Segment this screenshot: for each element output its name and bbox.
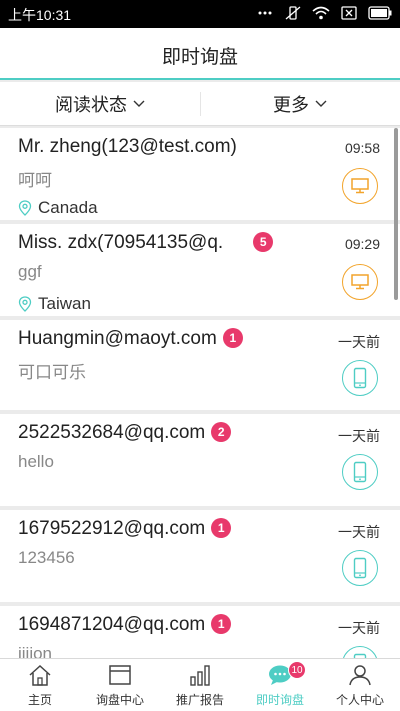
unread-badge: 1 — [211, 614, 232, 634]
more-filter[interactable]: 更多 — [200, 82, 400, 126]
conversation-item[interactable]: 2522532684@qq.com 2 hello 一天前 — [0, 414, 400, 506]
unread-badge: 2 — [211, 422, 232, 442]
tab-inquiry-center[interactable]: 询盘中心 — [80, 659, 160, 711]
wifi-icon — [312, 6, 330, 20]
tab-label: 个人中心 — [335, 693, 384, 707]
desktop-device-icon — [342, 264, 378, 300]
conversation-item[interactable]: 1679522912@qq.com 1 123456 一天前 — [0, 510, 400, 602]
status-bar: 上午10:31 — [0, 0, 400, 28]
last-message: 呵呵 — [18, 171, 52, 190]
unread-badge: 5 — [253, 232, 274, 252]
last-message: iiiion — [18, 644, 53, 658]
mobile-device-icon — [342, 360, 378, 396]
location-pin-icon — [18, 200, 32, 216]
page-title: 即时询盘 — [161, 47, 238, 68]
message-time: 一天前 — [338, 428, 380, 444]
last-message: ggf — [18, 262, 42, 281]
conversation-item[interactable]: Mr. zheng(123@test.com) 呵呵 Canada 09:58 — [0, 128, 400, 220]
unread-badge: 1 — [211, 518, 232, 538]
tab-label: 即时询盘 — [255, 693, 304, 707]
unread-badge: 1 — [222, 328, 243, 348]
message-time: 一天前 — [338, 620, 380, 636]
bottom-tab-bar: 主页 询盘中心 推广报告 10 即时询盘 个人中心 — [0, 658, 400, 711]
location: Canada — [18, 198, 98, 218]
chevron-down-icon — [315, 100, 327, 107]
mobile-device-icon — [342, 646, 378, 658]
conversation-item[interactable]: Miss. zdx(70954135@q. 5 ggf Taiwan 09:29 — [0, 224, 400, 316]
contact-name: 1679522912@qq.com 1 — [18, 518, 232, 540]
page-header: 即时询盘 — [0, 28, 400, 80]
vibrate-off-icon — [285, 6, 301, 20]
conversation-list: Mr. zheng(123@test.com) 呵呵 Canada 09:58 … — [0, 128, 400, 658]
tab-label: 推广报告 — [175, 693, 224, 707]
list-scrollbar[interactable] — [394, 128, 398, 300]
app-screen: 上午10:31 即时询盘 阅读状态 更多 Mr. zheng(123@test.… — [0, 0, 400, 711]
tab-instant-inquiry[interactable]: 10 即时询盘 — [240, 659, 320, 711]
status-time: 上午10:31 — [8, 7, 72, 23]
chevron-down-icon — [133, 100, 145, 107]
location-pin-icon — [18, 296, 32, 312]
desktop-device-icon — [342, 168, 378, 204]
last-message: 可口可乐 — [18, 363, 86, 382]
contact-name: 1694871204@qq.com 1 — [18, 614, 232, 636]
contact-name: Miss. zdx(70954135@q. 5 — [18, 232, 274, 254]
tab-unread-badge: 10 — [288, 661, 306, 679]
more-label: 更多 — [273, 95, 309, 115]
message-time: 一天前 — [338, 524, 380, 540]
battery-icon — [368, 6, 392, 20]
mobile-device-icon — [342, 550, 378, 586]
contact-name: Mr. zheng(123@test.com) — [18, 136, 237, 157]
tab-label: 询盘中心 — [95, 693, 144, 707]
tab-home[interactable]: 主页 — [0, 659, 80, 711]
conversation-item[interactable]: Huangmin@maoyt.com 1 可口可乐 一天前 — [0, 320, 400, 410]
bar-chart-icon — [190, 665, 210, 686]
contact-name: 2522532684@qq.com 2 — [18, 422, 232, 444]
tab-personal-center[interactable]: 个人中心 — [320, 659, 400, 711]
no-sim-icon — [341, 6, 357, 20]
message-time: 一天前 — [338, 334, 380, 350]
read-status-label: 阅读状态 — [55, 95, 127, 115]
mobile-device-icon — [342, 454, 378, 490]
tab-promotion-report[interactable]: 推广报告 — [160, 659, 240, 711]
read-status-filter[interactable]: 阅读状态 — [0, 82, 200, 126]
more-dots-icon — [258, 11, 272, 15]
tab-label: 主页 — [27, 693, 52, 707]
filter-bar: 阅读状态 更多 — [0, 82, 400, 126]
conversation-item[interactable]: 1694871204@qq.com 1 iiiion 一天前 — [0, 606, 400, 658]
last-message: 123456 — [18, 548, 75, 567]
last-message: hello — [18, 452, 54, 471]
home-icon — [29, 664, 51, 686]
contact-name: Huangmin@maoyt.com 1 — [18, 328, 243, 350]
message-time: 09:58 — [344, 140, 380, 156]
status-icons — [256, 5, 392, 21]
user-icon — [349, 665, 371, 686]
message-time: 09:29 — [344, 236, 380, 252]
location: Taiwan — [18, 294, 91, 314]
inbox-icon — [109, 665, 131, 685]
